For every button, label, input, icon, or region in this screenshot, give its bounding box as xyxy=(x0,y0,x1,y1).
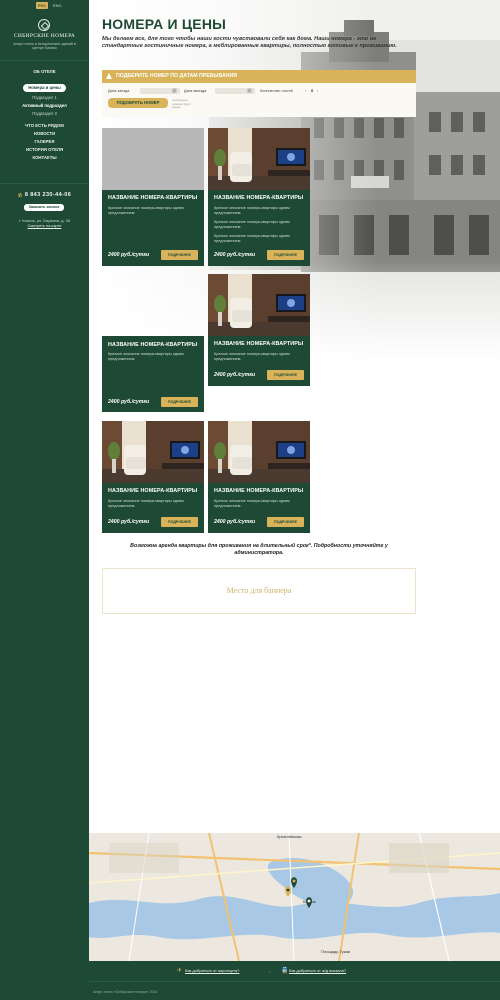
room-description: Краткое описание номера-квартиры одним п… xyxy=(108,499,184,508)
sidebar-subitem-active[interactable]: Активный подраздел xyxy=(0,102,89,110)
room-details-button[interactable]: ПОДРОБНЕЕ xyxy=(161,397,198,407)
airplane-icon: ✈ xyxy=(177,968,183,974)
room-description: Краткое описание номера-квартиры одним п… xyxy=(108,352,184,361)
room-card: НАЗВАНИЕ НОМЕРА-КВАРТИРЫ Краткое описани… xyxy=(102,336,204,412)
calendar-icon[interactable]: ▦ xyxy=(247,88,253,94)
room-title[interactable]: НАЗВАНИЕ НОМЕРА-КВАРТИРЫ xyxy=(108,342,197,348)
filter-note: Свободные номера будут видны xyxy=(172,98,191,110)
sidebar-item-about[interactable]: Об отеле xyxy=(0,68,89,76)
sidebar-item-history[interactable]: История отеля xyxy=(0,146,89,154)
footer: Апарт-отель «Сибирские номера» 2014 xyxy=(89,981,500,1000)
date-filter-header: ПОДБЕРИТЕ НОМЕР ПО ДАТАМ ПРЕБЫВАНИЯ xyxy=(102,70,416,83)
sidebar-nav: Об отеле Номера и цены Подраздел 1 Актив… xyxy=(0,68,89,162)
language-switcher: РУС ENG xyxy=(36,2,64,9)
room-title[interactable]: НАЗВАНИЕ НОМЕРА-КВАРТИРЫ xyxy=(214,341,303,347)
room-card: НАЗВАНИЕ НОМЕРА-КВАРТИРЫ Краткое описани… xyxy=(208,274,310,386)
date-filter-panel: Дата заезда ▦ Дата выезда ▦ Количество г… xyxy=(102,83,416,117)
airport-directions-link[interactable]: Как добраться от аэропорта? xyxy=(185,968,239,973)
room-price: 2400 руб./сутки xyxy=(214,519,256,525)
calendar-icon[interactable]: ▦ xyxy=(172,88,178,94)
intro-text: Мы делаем все, для того чтобы наши гости… xyxy=(102,36,397,49)
find-room-button[interactable]: ПОДОБРАТЬ НОМЕР xyxy=(108,98,168,108)
room-price: 2400 руб./сутки xyxy=(214,252,256,258)
logo-text[interactable]: СИБИРСКИЕ НОМЕРА xyxy=(0,33,89,39)
room-card: НАЗВАНИЕ НОМЕРА-КВАРТИРЫ Краткое описани… xyxy=(208,128,310,266)
guests-increase-icon[interactable]: › xyxy=(317,88,318,93)
train-icon: 🚆 xyxy=(281,968,289,974)
room-details-button[interactable]: ПОДРОБНЕЕ xyxy=(267,250,304,260)
room-description: Краткое описание номера-квартиры одним п… xyxy=(214,206,290,215)
svg-text:Площадь Тукая: Площадь Тукая xyxy=(321,949,350,954)
room-card: НАЗВАНИЕ НОМЕРА-КВАРТИРЫ Краткое описани… xyxy=(208,421,310,533)
long-term-note: Возможна аренда квартиры для проживания … xyxy=(130,543,388,556)
room-description: Краткое описание номера-квартиры одним п… xyxy=(214,234,290,243)
room-card: НАЗВАНИЕ НОМЕРА-КВАРТИРЫ Краткое описани… xyxy=(102,421,204,533)
room-details-button[interactable]: ПОДРОБНЕЕ xyxy=(267,370,304,380)
sidebar-divider xyxy=(0,183,89,184)
banner-placeholder[interactable]: Место для баннера xyxy=(102,568,416,614)
room-photo[interactable] xyxy=(208,274,310,336)
sidebar-item-contacts[interactable]: Контакты xyxy=(0,154,89,162)
callback-button[interactable]: Заказать звонок xyxy=(24,204,64,211)
logo-icon[interactable] xyxy=(38,19,50,31)
phone-number[interactable]: 8 843 230-44-06 xyxy=(25,192,71,198)
page-title: НОМЕРА И ЦЕНЫ xyxy=(102,16,227,32)
checkout-label: Дата выезда xyxy=(184,89,207,93)
guests-count: 0 xyxy=(311,88,314,93)
show-on-map-link[interactable]: Смотреть на карте xyxy=(0,223,89,228)
warning-icon xyxy=(106,73,112,79)
sidebar: РУС ENG СИБИРСКИЕ НОМЕРА Апарт-отель и и… xyxy=(0,0,89,1000)
room-details-button[interactable]: ПОДРОБНЕЕ xyxy=(161,250,198,260)
sidebar-item-rooms[interactable]: Номера и цены xyxy=(23,84,66,92)
room-price: 2400 руб./сутки xyxy=(108,519,150,525)
main-content: НОМЕРА И ЦЕНЫ Мы делаем все, для того чт… xyxy=(89,0,500,1000)
phone-icon: ✆ xyxy=(18,193,23,199)
lang-en[interactable]: ENG xyxy=(51,2,64,9)
room-title[interactable]: НАЗВАНИЕ НОМЕРА-КВАРТИРЫ xyxy=(214,195,303,201)
checkin-label: Дата заезда xyxy=(108,89,130,93)
room-title[interactable]: НАЗВАНИЕ НОМЕРА-КВАРТИРЫ xyxy=(108,488,197,494)
sidebar-divider xyxy=(0,60,89,61)
phone-block: ✆ 8 843 230-44-06 xyxy=(0,192,89,199)
room-description: Краткое описание номера-квартиры одним п… xyxy=(214,352,290,361)
room-photo[interactable] xyxy=(208,421,310,483)
sidebar-item-gallery[interactable]: Галерея xyxy=(0,138,89,146)
station-directions-link[interactable]: Как добраться от ж/д вокзала? xyxy=(289,968,346,973)
guests-label: Количество гостей xyxy=(260,89,293,93)
room-description: Краткое описание номера-квартиры одним п… xyxy=(214,499,290,508)
sidebar-item-news[interactable]: Новости xyxy=(0,130,89,138)
room-price: 2400 руб./сутки xyxy=(214,372,256,378)
room-description: Краткое описание номера-квартиры одним п… xyxy=(214,220,290,229)
room-photo-placeholder[interactable] xyxy=(102,128,204,190)
copyright-text: Апарт-отель «Сибирские номера» 2014 xyxy=(93,990,158,994)
room-details-button[interactable]: ПОДРОБНЕЕ xyxy=(161,517,198,527)
sidebar-subitem-1[interactable]: Подраздел 1 xyxy=(0,94,89,102)
room-title[interactable]: НАЗВАНИЕ НОМЕРА-КВАРТИРЫ xyxy=(214,488,303,494)
sidebar-item-nearby[interactable]: Что есть рядом xyxy=(0,122,89,130)
room-price: 2400 руб./сутки xyxy=(108,252,150,258)
date-filter-title: ПОДБЕРИТЕ НОМЕР ПО ДАТАМ ПРЕБЫВАНИЯ xyxy=(116,73,237,79)
room-details-button[interactable]: ПОДРОБНЕЕ xyxy=(267,517,304,527)
svg-text:Кремлёвская: Кремлёвская xyxy=(277,834,301,839)
room-photo[interactable] xyxy=(102,421,204,483)
room-photo[interactable] xyxy=(208,128,310,190)
location-map[interactable]: Казань Кремлёвская Площадь Тукая xyxy=(89,833,500,961)
address-block: г. Казань, ул. Баумана, д. 38 Смотреть н… xyxy=(0,218,89,228)
logo-subtitle: Апарт-отель и исторических зданий в цент… xyxy=(13,42,76,51)
room-card: НАЗВАНИЕ НОМЕРА-КВАРТИРЫ Краткое описани… xyxy=(102,128,204,266)
guests-decrease-icon[interactable]: ‹ xyxy=(305,88,306,93)
directions-bar: ✈ Как добраться от аэропорта? • 🚆 Как до… xyxy=(89,961,500,981)
lang-ru[interactable]: РУС xyxy=(36,2,48,9)
room-price: 2400 руб./сутки xyxy=(108,399,150,405)
separator-dot-icon: • xyxy=(269,969,271,974)
room-title[interactable]: НАЗВАНИЕ НОМЕРА-КВАРТИРЫ xyxy=(108,195,197,201)
sidebar-subitem-3[interactable]: Подраздел 3 xyxy=(0,110,89,118)
room-description: Краткое описание номера-квартиры одним п… xyxy=(108,206,184,215)
